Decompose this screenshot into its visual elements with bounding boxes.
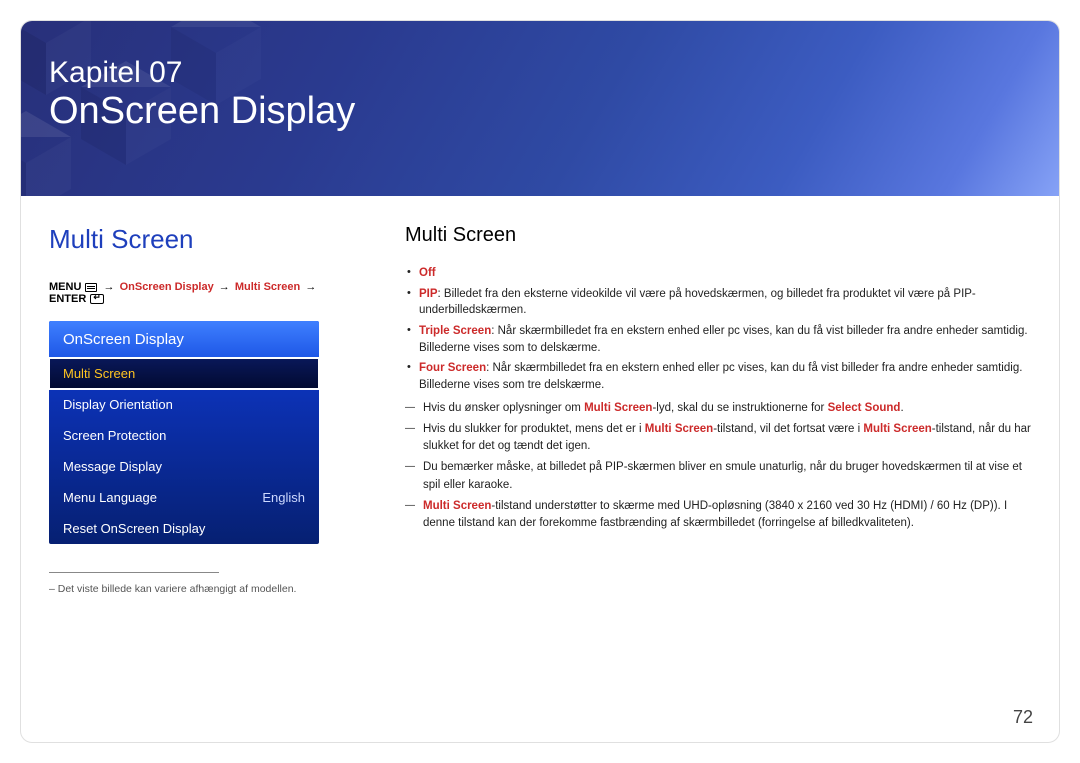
option-label: Triple Screen <box>419 325 491 337</box>
chapter-name: OnScreen Display <box>49 91 355 133</box>
option-pip: PIP: Billedet fra den eksterne videokild… <box>405 286 1031 319</box>
osd-item-label: Screen Protection <box>63 428 166 443</box>
arrow-icon: → <box>102 281 117 293</box>
osd-menu: OnScreen Display Multi Screen Display Or… <box>49 321 319 544</box>
chapter-title-block: Kapitel 07 OnScreen Display <box>49 55 355 133</box>
note-text: Hvis du ønsker oplysninger om <box>423 402 584 414</box>
chapter-number: Kapitel 07 <box>49 55 355 91</box>
note-text: -tilstand understøtter to skærme med UHD… <box>423 500 1007 529</box>
option-desc: : Billedet fra den eksterne videokilde v… <box>419 288 976 317</box>
enter-icon <box>90 294 104 304</box>
note-keyword: Multi Screen <box>863 423 931 435</box>
note-text: -lyd, skal du se instruktionerne for <box>652 402 827 414</box>
note-pip-unnatural: Du bemærker måske, at billedet på PIP-sk… <box>405 459 1031 494</box>
note-text: Du bemærker måske, at billedet på PIP-sk… <box>423 461 1022 490</box>
note-text: Hvis du slukker for produktet, mens det … <box>423 423 645 435</box>
subsection-title: Multi Screen <box>405 224 1031 247</box>
note-power-persist: Hvis du slukker for produktet, mens det … <box>405 421 1031 456</box>
note-keyword: Multi Screen <box>423 500 491 512</box>
osd-item-multi-screen[interactable]: Multi Screen <box>49 358 319 389</box>
osd-header: OnScreen Display <box>49 321 319 358</box>
breadcrumb-enter: ENTER <box>49 293 86 305</box>
menu-breadcrumb: MENU → OnScreen Display → Multi Screen →… <box>49 281 349 305</box>
breadcrumb-l1: OnScreen Display <box>120 281 214 293</box>
menu-icon <box>85 283 97 292</box>
option-four-screen: Four Screen: Når skærmbilledet fra en ek… <box>405 360 1031 393</box>
option-label: Four Screen <box>419 362 486 374</box>
osd-item-label: Reset OnScreen Display <box>63 521 205 536</box>
chapter-banner: Kapitel 07 OnScreen Display <box>21 21 1059 196</box>
note-keyword: Multi Screen <box>645 423 713 435</box>
osd-item-label: Message Display <box>63 459 162 474</box>
osd-item-menu-language[interactable]: Menu Language English <box>49 482 319 513</box>
left-column: Multi Screen MENU → OnScreen Display → M… <box>49 224 349 595</box>
note-select-sound: Hvis du ønsker oplysninger om Multi Scre… <box>405 400 1031 417</box>
right-column: Multi Screen Off PIP: Billedet fra den e… <box>405 224 1031 595</box>
note-keyword: Multi Screen <box>584 402 652 414</box>
osd-item-display-orientation[interactable]: Display Orientation <box>49 389 319 420</box>
divider <box>49 572 219 573</box>
option-list: Off PIP: Billedet fra den eksterne video… <box>405 265 1031 394</box>
option-desc: : Når skærmbilledet fra en ekstern enhed… <box>419 325 1028 354</box>
arrow-icon: → <box>303 281 318 293</box>
breadcrumb-l2: Multi Screen <box>235 281 300 293</box>
osd-item-value: English <box>262 490 305 505</box>
option-label: Off <box>419 267 436 279</box>
page-number: 72 <box>1013 707 1033 728</box>
option-off: Off <box>405 265 1031 282</box>
osd-item-label: Display Orientation <box>63 397 173 412</box>
breadcrumb-menu: MENU <box>49 281 81 293</box>
osd-item-screen-protection[interactable]: Screen Protection <box>49 420 319 451</box>
osd-item-label: Multi Screen <box>63 366 135 381</box>
note-uhd-support: Multi Screen-tilstand understøtter to sk… <box>405 498 1031 533</box>
manual-page: Kapitel 07 OnScreen Display Multi Screen… <box>20 20 1060 743</box>
option-triple-screen: Triple Screen: Når skærmbilledet fra en … <box>405 323 1031 356</box>
note-text: . <box>900 402 903 414</box>
section-title: Multi Screen <box>49 224 349 255</box>
image-disclaimer: – Det viste billede kan variere afhængig… <box>49 583 349 595</box>
arrow-icon: → <box>217 281 232 293</box>
osd-item-reset-osd[interactable]: Reset OnScreen Display <box>49 513 319 544</box>
osd-item-message-display[interactable]: Message Display <box>49 451 319 482</box>
page-content: Multi Screen MENU → OnScreen Display → M… <box>21 196 1059 595</box>
note-keyword: Select Sound <box>828 402 901 414</box>
note-text: -tilstand, vil det fortsat være i <box>713 423 863 435</box>
option-desc: : Når skærmbilledet fra en ekstern enhed… <box>419 362 1022 391</box>
option-label: PIP <box>419 288 438 300</box>
note-list: Hvis du ønsker oplysninger om Multi Scre… <box>405 400 1031 533</box>
osd-item-label: Menu Language <box>63 490 157 505</box>
